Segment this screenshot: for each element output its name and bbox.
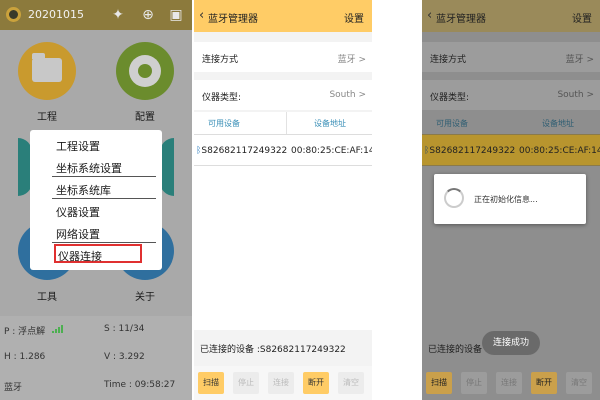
connection-method-row[interactable]: 连接方式 蓝牙 > [194, 42, 372, 72]
config-popup-menu: 工程设置 坐标系统设置 坐标系统库 仪器设置 网络设置 仪器连接 [30, 130, 162, 270]
instrument-type-label: 仪器类型: [430, 93, 470, 103]
stop-button[interactable]: 停止 [233, 372, 259, 394]
device-list-item[interactable]: ᛒS82682117249322 00:80:25:CE:AF:14 [422, 134, 600, 166]
device-name: ᛒS82682117249322 [424, 146, 516, 156]
gear-icon [129, 55, 161, 87]
tile-edge [160, 138, 174, 196]
instrument-type-row[interactable]: 仪器类型: South > [422, 80, 600, 110]
available-devices-header: 可用设备 [436, 119, 468, 128]
device-address-header: 设备地址 [314, 119, 346, 128]
header-bar: ‹ 蓝牙管理器 设置 [194, 0, 372, 32]
position-status: P : 浮点解 [4, 327, 46, 337]
about-tile-label: 关于 [135, 292, 155, 303]
device-address-header: 设备地址 [542, 119, 574, 128]
header-bar: ‹ 蓝牙管理器 设置 [422, 0, 600, 32]
satellite-count: S : 11/34 [104, 324, 145, 334]
bluetooth-manager-screen: ‹ 蓝牙管理器 设置 连接方式 蓝牙 > 仪器类型: South > 可用设备 … [194, 0, 372, 400]
folder-icon [32, 53, 62, 82]
menu-item-coord-library[interactable]: 坐标系统库 [56, 182, 111, 198]
clear-button[interactable]: 清空 [338, 372, 364, 394]
instrument-type-value: South > [557, 90, 594, 100]
time-display: Time : 09:58:27 [104, 380, 176, 390]
disconnect-button[interactable]: 断开 [531, 372, 557, 394]
loading-spinner-icon [444, 188, 464, 208]
scan-button[interactable]: 扫描 [426, 372, 452, 394]
device-address: 00:80:25:CE:AF:14 [291, 146, 372, 156]
menu-item-instrument-connect[interactable]: 仪器连接 [58, 248, 102, 264]
tools-tile-label: 工具 [37, 292, 57, 303]
connection-method-value: 蓝牙 > [337, 55, 366, 65]
connection-method-label: 连接方式 [202, 55, 239, 65]
device-name: ᛒS82682117249322 [196, 146, 288, 156]
connect-button[interactable]: 连接 [268, 372, 294, 394]
connection-method-row[interactable]: 连接方式 蓝牙 > [422, 42, 600, 72]
device-list-item[interactable]: ᛒS82682117249322 00:80:25:CE:AF:14 [194, 134, 372, 166]
menu-item-instrument-settings[interactable]: 仪器设置 [56, 204, 100, 220]
connection-type: 蓝牙 [4, 383, 23, 393]
app-logo-icon [6, 7, 21, 22]
dialog-message: 正在初始化信息... [474, 195, 538, 204]
top-bar: 20201015 ✦ ⊕ ▣ [0, 0, 192, 30]
antenna-icon[interactable]: ⊕ [138, 6, 158, 24]
instrument-type-label: 仪器类型: [202, 93, 242, 103]
menu-item-coord-settings[interactable]: 坐标系统设置 [56, 160, 122, 176]
stop-button[interactable]: 停止 [461, 372, 487, 394]
v-precision: V : 3.292 [104, 352, 145, 362]
status-area: P : 浮点解 S : 11/34 H : 1.286 V : 3.292 蓝牙… [0, 316, 192, 400]
scan-button[interactable]: 扫描 [198, 372, 224, 394]
date-label: 20201015 [28, 8, 84, 21]
action-button-bar: 扫描 停止 连接 断开 清空 [422, 366, 600, 400]
connection-method-value: 蓝牙 > [565, 55, 594, 65]
signal-icon [52, 325, 66, 333]
main-menu-screen: 20201015 ✦ ⊕ ▣ 工程 配置 工具 关于 工程设置 坐标系统设置 坐… [0, 0, 192, 400]
page-title: 蓝牙管理器 [208, 14, 258, 25]
connection-success-toast: 连接成功 [482, 331, 540, 355]
clear-button[interactable]: 清空 [566, 372, 592, 394]
project-tile[interactable] [18, 42, 76, 100]
bluetooth-connecting-screen: ‹ 蓝牙管理器 设置 连接方式 蓝牙 > 仪器类型: South > 可用设备 … [422, 0, 600, 400]
settings-button[interactable]: 设置 [344, 10, 364, 25]
initializing-dialog: 正在初始化信息... [434, 174, 586, 224]
menu-item-network-settings[interactable]: 网络设置 [56, 226, 100, 242]
action-button-bar: 扫描 停止 连接 断开 清空 [194, 366, 372, 400]
menu-divider [52, 198, 156, 199]
menu-item-project-settings[interactable]: 工程设置 [56, 138, 100, 154]
page-title: 蓝牙管理器 [436, 14, 486, 25]
connected-device-label: 已连接的设备 : [428, 345, 488, 355]
config-tile[interactable] [116, 42, 174, 100]
back-chevron-icon[interactable]: ‹ [199, 8, 204, 23]
menu-divider [52, 242, 156, 243]
connected-device-label: 已连接的设备 :S82682117249322 [200, 345, 346, 355]
connection-method-label: 连接方式 [430, 55, 467, 65]
instrument-type-value: South > [329, 90, 366, 100]
satellite-icon[interactable]: ✦ [108, 6, 128, 24]
settings-button[interactable]: 设置 [572, 10, 592, 25]
device-address: 00:80:25:CE:AF:14 [519, 146, 600, 156]
device-list-empty-area [194, 166, 372, 330]
h-precision: H : 1.286 [4, 352, 46, 362]
back-chevron-icon[interactable]: ‹ [427, 8, 432, 23]
window-icon[interactable]: ▣ [166, 6, 186, 24]
project-tile-label: 工程 [37, 112, 57, 123]
disconnect-button[interactable]: 断开 [303, 372, 329, 394]
config-tile-label: 配置 [135, 112, 155, 123]
available-devices-header: 可用设备 [208, 119, 240, 128]
menu-divider [52, 176, 156, 177]
connect-button[interactable]: 连接 [496, 372, 522, 394]
instrument-type-row[interactable]: 仪器类型: South > [194, 80, 372, 110]
